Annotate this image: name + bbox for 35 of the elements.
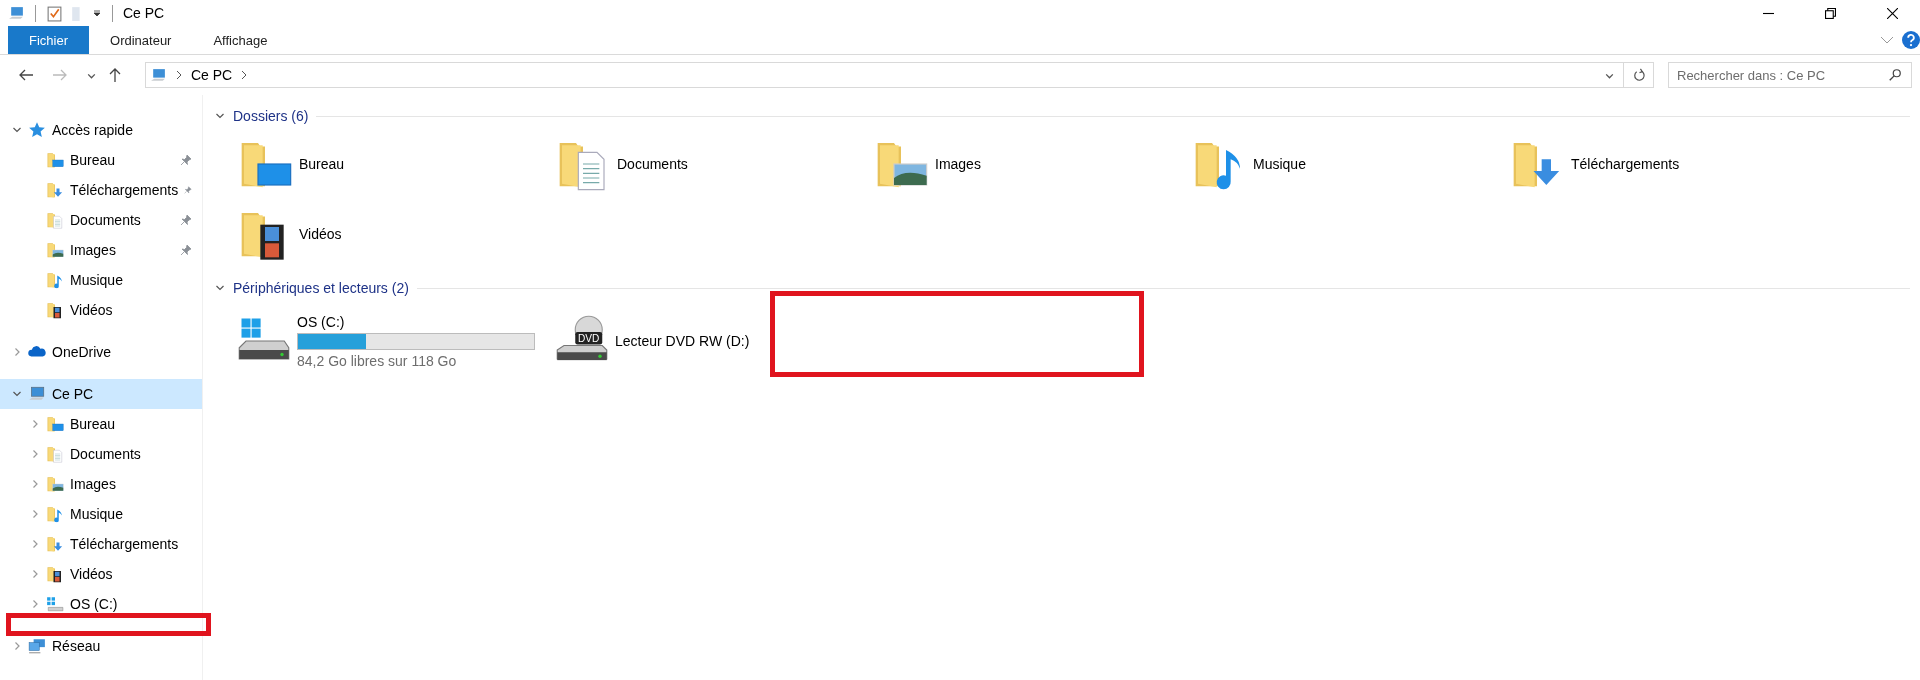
sidebar-item[interactable]: Musique xyxy=(0,265,202,295)
window-title: Ce PC xyxy=(123,5,165,21)
sidebar-item[interactable]: Bureau xyxy=(0,409,202,439)
drive-label[interactable]: Lecteur DVD RW (D:) xyxy=(615,333,750,349)
folder-label[interactable]: Bureau xyxy=(299,156,345,172)
sidebar-item[interactable]: Accès rapide xyxy=(0,115,202,145)
folder-label[interactable]: Images xyxy=(935,156,981,172)
sidebar-item[interactable]: Documents xyxy=(0,439,202,469)
sidebar-item[interactable]: Musique xyxy=(0,499,202,529)
sidebar-item[interactable]: Téléchargements xyxy=(0,529,202,559)
ribbon-tab[interactable]: Ordinateur xyxy=(89,26,193,54)
folder-label[interactable]: Musique xyxy=(1253,156,1306,172)
section-header[interactable]: Dossiers (6) xyxy=(233,108,309,124)
sidebar-item[interactable]: Bureau xyxy=(0,145,202,175)
folder-label[interactable]: Téléchargements xyxy=(1571,156,1680,172)
sidebar-item[interactable]: Ce PC xyxy=(0,379,202,409)
ribbon-tab[interactable]: Fichier xyxy=(8,26,89,54)
breadcrumb-item[interactable]: Ce PC xyxy=(191,67,233,83)
sidebar-item[interactable]: Images xyxy=(0,469,202,499)
free-space-text: 84,2 Go libres sur 118 Go xyxy=(297,352,458,369)
sidebar-item[interactable]: Images xyxy=(0,235,202,265)
address-bar[interactable]: Ce PC xyxy=(145,62,1654,88)
sidebar-item[interactable]: Vidéos xyxy=(0,295,202,325)
sidebar-item[interactable]: Téléchargements xyxy=(0,175,202,205)
drive-label[interactable]: OS (C:) xyxy=(297,313,535,330)
sidebar-item[interactable]: OneDrive xyxy=(0,337,202,367)
sidebar-item[interactable]: Documents xyxy=(0,205,202,235)
sidebar-item[interactable]: OS (C:) xyxy=(0,589,202,619)
folder-label[interactable]: Vidéos xyxy=(299,226,342,242)
search-field[interactable]: Rechercher dans : Ce PC xyxy=(1668,62,1912,88)
section-header[interactable]: Périphériques et lecteurs (2) xyxy=(233,280,409,296)
sidebar-item[interactable]: Réseau xyxy=(0,631,202,661)
sidebar-item[interactable]: Vidéos xyxy=(0,559,202,589)
folder-label[interactable]: Documents xyxy=(617,156,688,172)
ribbon-tab[interactable]: Affichage xyxy=(192,26,289,54)
